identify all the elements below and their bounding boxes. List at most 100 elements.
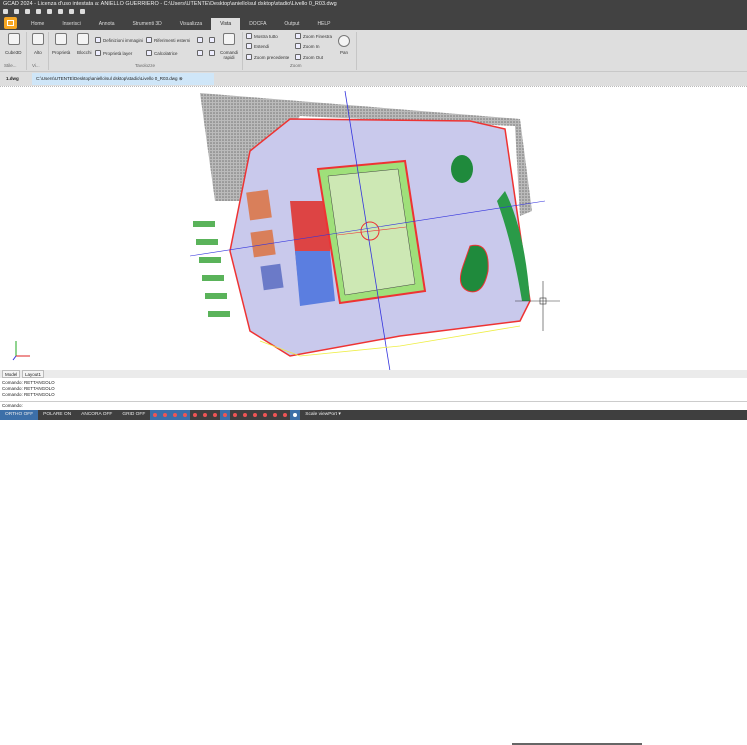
tab-strumenti-3d[interactable]: Strumenti 3D [124,18,171,30]
osnap-insert-icon[interactable] [240,410,250,420]
stands-blue [295,251,335,306]
osnap-tangent-icon[interactable] [200,410,210,420]
redo-icon[interactable] [69,9,74,14]
document-tabs: 1.dwg C:\Users\UTENTE\Desktop\aniello\su… [0,72,747,86]
tab-vista[interactable]: Vista [211,18,241,30]
stadium-drawing [12,90,560,372]
zoom-out-icon [295,54,301,60]
osnap-nearest-icon[interactable] [210,410,220,420]
magnet-off-icon[interactable] [280,410,290,420]
tab-inserisci[interactable]: Inserisci [53,18,89,30]
tab-layout1[interactable]: Layout1 [22,370,45,378]
proprieta-button[interactable]: Proprietà [52,50,70,55]
building-blue [260,263,284,291]
doc-tab-1[interactable]: 1.dwg [2,73,23,85]
drawing-canvas[interactable] [0,86,747,372]
calcolatrice-button[interactable]: Calcolatrice [146,50,178,56]
cube3d-button[interactable]: Cube3D [5,50,22,55]
settings-icon[interactable] [290,410,301,420]
calculator-icon [146,50,152,56]
command-input[interactable]: Comando: [0,401,747,410]
zoom-previous-icon [246,54,252,60]
grid-toggle[interactable]: GRID OFF [117,410,150,420]
app-logo[interactable] [4,17,17,29]
tool-icon[interactable] [197,50,203,56]
building-brown [246,189,272,221]
blocks-icon[interactable] [77,33,89,45]
osnap-extension-icon[interactable] [250,410,260,420]
pan-icon[interactable] [338,35,350,47]
save-as-icon[interactable] [36,9,41,14]
group-zoom: Zoom [290,63,302,68]
green-area [451,155,473,183]
zoom-finestra-button[interactable]: Zoom Finestra [295,33,332,39]
zoom-precedente-button[interactable]: Zoom precedente [246,54,289,60]
save-icon[interactable] [25,9,30,14]
title-bar: GCAD 2024 - Licenza d'uso intestata a: A… [0,0,747,30]
tool-icon[interactable] [197,37,203,43]
image-icon [95,37,101,43]
zoom-extents-icon [246,43,252,49]
snap-toggle[interactable]: ANCORA OFF [76,410,117,420]
zoom-all-icon [246,33,252,39]
estendi-button[interactable]: Estendi [246,43,269,49]
layout-tabs: Model Layout1 [0,370,747,745]
tab-model[interactable]: Model [2,370,21,378]
mostra-tutto-button[interactable]: Mostra tutto [246,33,278,39]
osnap-midpoint-icon[interactable] [160,410,171,420]
tab-annota[interactable]: Annota [90,18,124,30]
definizioni-immagini-button[interactable]: Definizioni immagini [95,37,143,43]
group-stile: Stile... [4,63,17,68]
tab-help[interactable]: HELP [308,18,339,30]
quick-access-toolbar [3,9,85,14]
tab-home[interactable]: Home [22,18,53,30]
close-icon[interactable]: ⊗ [179,76,183,81]
pan-button[interactable]: Pan [340,50,348,55]
zoom-window-icon [295,33,301,39]
layer-icon[interactable] [80,9,85,14]
osnap-parallel-icon[interactable] [260,410,270,420]
view-cube-icon[interactable] [32,33,44,45]
status-bar: ORTHO OFF POLARE ON ANCORA OFF GRID OFF … [0,410,747,420]
quick-commands-icon[interactable] [223,33,235,45]
group-vi: Vi... [32,63,40,68]
cube3d-icon[interactable] [8,33,20,45]
tool-icon[interactable] [209,50,215,56]
layer-icon [95,50,101,56]
alto-dropdown[interactable]: Alto [34,50,42,55]
parking-rows [193,221,230,317]
osnap-perpendicular-icon[interactable] [190,410,200,420]
tab-output[interactable]: Output [275,18,308,30]
osnap-endpoint-icon[interactable] [150,410,161,420]
riferimenti-esterni-button[interactable]: Riferimenti esterni [146,37,190,43]
ribbon-tabs: Home Inserisci Annota Strumenti 3D Visua… [22,18,340,30]
ucs-icon [12,341,30,361]
proprieta-layer-button[interactable]: Proprietà layer [95,50,132,56]
zoom-in-icon [295,43,301,49]
osnap-intersection-icon[interactable] [170,410,181,420]
open-icon[interactable] [14,9,19,14]
blocchi-button[interactable]: Blocchi [77,50,92,55]
new-icon[interactable] [3,9,8,14]
print-icon[interactable] [47,9,52,14]
properties-icon[interactable] [55,33,67,45]
ortho-toggle[interactable]: ORTHO OFF [0,410,39,420]
comandi-rapidi-button[interactable]: Comandi rapidi [219,50,239,60]
zoom-in-button[interactable]: Zoom In [295,43,320,49]
scale-viewport-dropdown[interactable]: Scale viewPort ▾ [300,410,345,420]
polar-toggle[interactable]: POLARE ON [38,410,76,420]
osnap-node-icon[interactable] [220,410,231,420]
tool-icon[interactable] [209,37,215,43]
command-history: Comando: RETTANGOLO Comando: RETTANGOLO … [2,380,55,397]
tab-docfa[interactable]: DOCFA [240,18,275,30]
magnet-icon[interactable] [270,410,280,420]
osnap-center-icon[interactable] [180,410,191,420]
tab-visualizza[interactable]: Visualizza [171,18,211,30]
undo-icon[interactable] [58,9,63,14]
osnap-quadrant-icon[interactable] [230,410,240,420]
xref-icon [146,37,152,43]
doc-tab-active[interactable]: C:\Users\UTENTE\Desktop\aniello\sul dskt… [32,73,214,85]
group-tavolozze: Tavolozze [135,63,156,68]
zoom-out-button[interactable]: Zoom Out [295,54,323,60]
window-title: GCAD 2024 - Licenza d'uso intestata a: A… [3,1,337,7]
